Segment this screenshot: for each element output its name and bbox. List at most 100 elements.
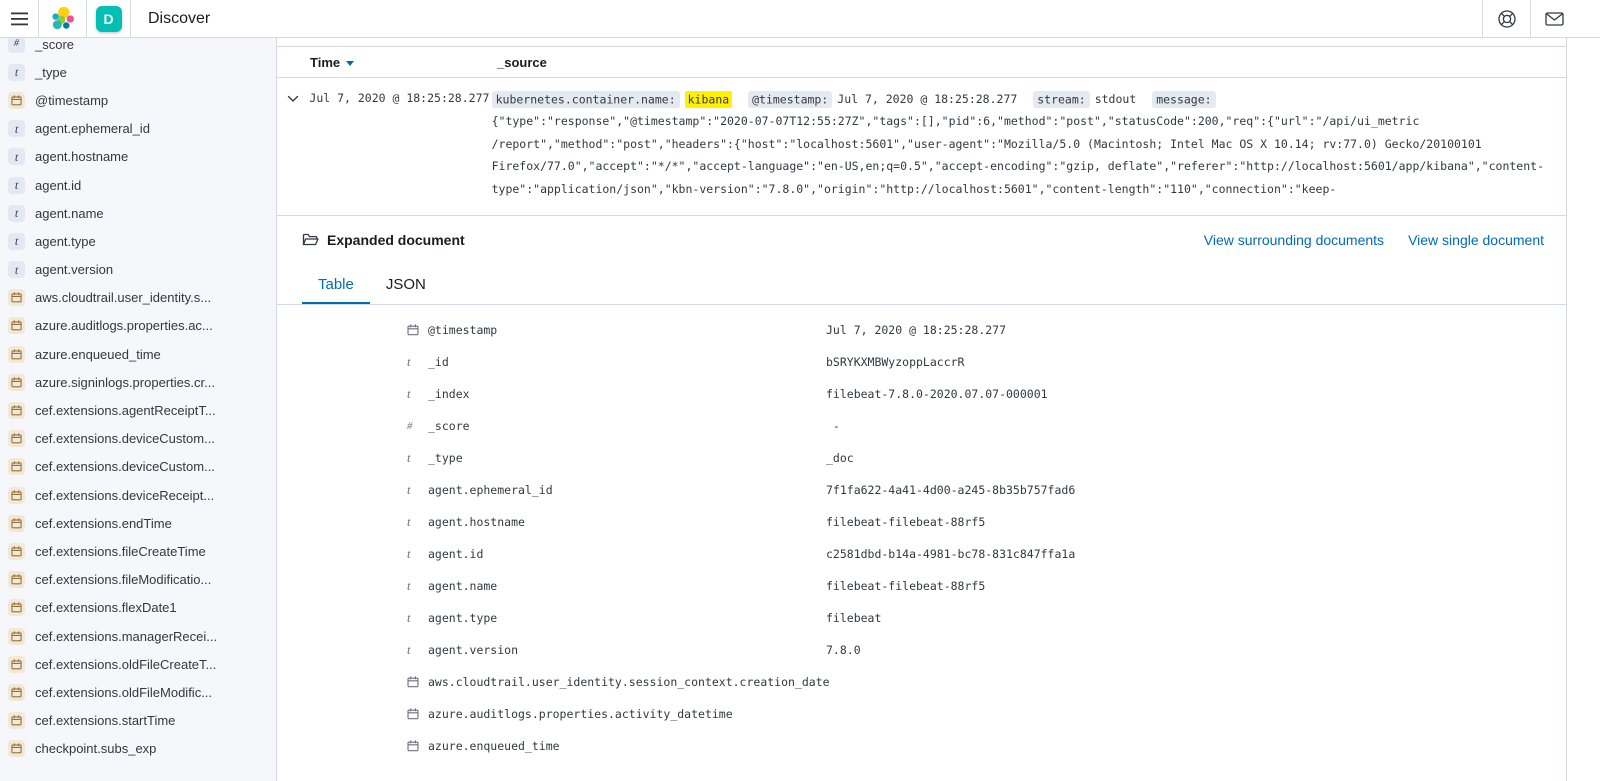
sidebar-field-label: @timestamp <box>35 93 108 108</box>
collapse-row-button[interactable] <box>277 88 309 200</box>
app-badge[interactable]: D <box>87 0 130 37</box>
calendar-icon <box>8 402 25 419</box>
sidebar-field-item[interactable]: cef.extensions.managerRecei... <box>0 622 276 650</box>
source-field-value: stdout <box>1095 92 1137 106</box>
detail-tab[interactable]: Table <box>302 266 370 304</box>
number-type-icon: # <box>8 38 25 53</box>
calendar-icon <box>8 656 25 673</box>
time-column-header[interactable]: Time <box>310 55 497 70</box>
page-title: Discover <box>131 0 210 37</box>
field-row: aws.cloudtrail.user_identity.session_con… <box>277 666 1566 698</box>
sidebar-field-item[interactable]: cef.extensions.startTime <box>0 707 276 735</box>
sidebar-field-item[interactable]: cef.extensions.deviceCustom... <box>0 425 276 453</box>
field-row: azure.enqueued_time <box>277 730 1566 762</box>
field-name: agent.hostname <box>428 515 826 529</box>
sidebar-field-item[interactable]: t agent.type <box>0 227 276 255</box>
string-type-icon: t <box>407 644 428 657</box>
source-column-header: _source <box>497 55 547 70</box>
sidebar-field-item[interactable]: azure.enqueued_time <box>0 340 276 368</box>
sidebar-field-item[interactable]: azure.signinlogs.properties.cr... <box>0 368 276 396</box>
sidebar-field-item[interactable]: @timestamp <box>0 86 276 114</box>
sidebar-field-item[interactable]: t agent.ephemeral_id <box>0 115 276 143</box>
field-row: t agent.ephemeral_id 7f1fa622-4a41-4d00-… <box>277 474 1566 506</box>
detail-tab[interactable]: JSON <box>370 266 442 304</box>
sidebar-field-item[interactable]: cef.extensions.fileCreateTime <box>0 537 276 565</box>
field-name: _score <box>428 419 826 433</box>
sidebar-field-item[interactable]: cef.extensions.fileModificatio... <box>0 566 276 594</box>
help-button[interactable] <box>1483 0 1530 37</box>
field-name: azure.auditlogs.properties.activity_date… <box>428 707 826 721</box>
document-links: View surrounding documents View single d… <box>1204 232 1544 248</box>
field-row: # _score - <box>277 410 1566 442</box>
detail-tabs: Table JSON <box>277 266 1566 305</box>
string-type-icon: t <box>8 120 25 137</box>
field-value: filebeat <box>826 611 881 625</box>
sidebar-field-label: agent.hostname <box>35 149 128 164</box>
sidebar-field-item[interactable]: t _type <box>0 58 276 86</box>
field-value: - <box>826 419 840 433</box>
string-type-icon: t <box>407 548 428 561</box>
calendar-icon <box>8 317 25 334</box>
string-type-icon: t <box>8 64 25 81</box>
string-type-icon: t <box>407 580 428 593</box>
field-row: t _type _doc <box>277 442 1566 474</box>
sidebar-field-item[interactable]: # _score <box>0 38 276 58</box>
calendar-icon <box>8 515 25 532</box>
sidebar-field-item[interactable]: cef.extensions.deviceReceipt... <box>0 481 276 509</box>
sidebar-field-item[interactable]: cef.extensions.agentReceiptT... <box>0 396 276 424</box>
calendar-icon <box>407 740 428 752</box>
mail-icon <box>1545 10 1564 28</box>
sidebar-field-item[interactable]: cef.extensions.oldFileModific... <box>0 678 276 706</box>
sidebar-field-label: cef.extensions.endTime <box>35 516 172 531</box>
sidebar-field-label: cef.extensions.fileModificatio... <box>35 572 211 587</box>
document-view-link[interactable]: View surrounding documents <box>1204 232 1384 248</box>
sidebar-field-item[interactable]: t agent.hostname <box>0 143 276 171</box>
string-type-icon: t <box>8 148 25 165</box>
elastic-logo[interactable] <box>39 0 86 37</box>
field-name: _index <box>428 387 826 401</box>
sidebar-field-label: aws.cloudtrail.user_identity.s... <box>35 290 211 305</box>
sidebar-field-item[interactable]: t agent.id <box>0 171 276 199</box>
string-type-icon: t <box>8 233 25 250</box>
newsfeed-button[interactable] <box>1531 0 1578 37</box>
string-type-icon: t <box>407 484 428 497</box>
sidebar-field-item[interactable]: t agent.version <box>0 256 276 284</box>
calendar-icon <box>8 628 25 645</box>
sidebar-field-label: cef.extensions.deviceCustom... <box>35 459 215 474</box>
calendar-icon <box>8 712 25 729</box>
sidebar-field-item[interactable]: cef.extensions.flexDate1 <box>0 594 276 622</box>
field-name: @timestamp <box>428 323 826 337</box>
field-sidebar: # _score t _type <box>0 38 277 781</box>
sidebar-field-item[interactable]: checkpoint.subs_exp <box>0 735 276 763</box>
sidebar-field-item[interactable]: cef.extensions.deviceCustom... <box>0 453 276 481</box>
document-table: Time _source Jul 7, 2020 @ 18:25:28.277 … <box>277 38 1567 781</box>
string-type-icon: t <box>8 205 25 222</box>
sidebar-field-label: cef.extensions.deviceCustom... <box>35 431 215 446</box>
sidebar-field-label: agent.id <box>35 178 81 193</box>
field-value: filebeat-filebeat-88rf5 <box>826 579 985 593</box>
sidebar-field-item[interactable]: aws.cloudtrail.user_identity.s... <box>0 284 276 312</box>
expanded-document-header: Expanded document View surrounding docum… <box>277 232 1566 248</box>
document-field-table: @timestamp Jul 7, 2020 @ 18:25:28.277 t … <box>277 314 1566 762</box>
field-value: filebeat-7.8.0-2020.07.07-000001 <box>826 387 1048 401</box>
menu-button[interactable] <box>0 0 38 37</box>
field-row: t agent.type filebeat <box>277 602 1566 634</box>
chevron-down-icon <box>287 93 299 105</box>
sidebar-field-item[interactable]: cef.extensions.endTime <box>0 509 276 537</box>
document-table-header: Time _source <box>277 46 1566 78</box>
expanded-document-panel: Expanded document View surrounding docum… <box>277 215 1566 762</box>
field-row: t _id bSRYKXMBWyzoppLaccrR <box>277 346 1566 378</box>
sort-descending-icon <box>346 61 354 66</box>
sidebar-field-item[interactable]: t agent.name <box>0 199 276 227</box>
open-folder-icon <box>302 232 319 248</box>
source-field-pair: stream:stdout <box>1033 92 1136 106</box>
calendar-icon <box>8 684 25 701</box>
sidebar-field-item[interactable]: cef.extensions.oldFileCreateT... <box>0 650 276 678</box>
sidebar-field-item[interactable]: azure.auditlogs.properties.ac... <box>0 312 276 340</box>
sidebar-field-label: cef.extensions.oldFileModific... <box>35 685 212 700</box>
string-type-icon: t <box>407 452 428 465</box>
string-type-icon: t <box>407 612 428 625</box>
document-view-link[interactable]: View single document <box>1408 232 1544 248</box>
sidebar-field-label: cef.extensions.fileCreateTime <box>35 544 206 559</box>
sidebar-field-label: azure.auditlogs.properties.ac... <box>35 318 213 333</box>
